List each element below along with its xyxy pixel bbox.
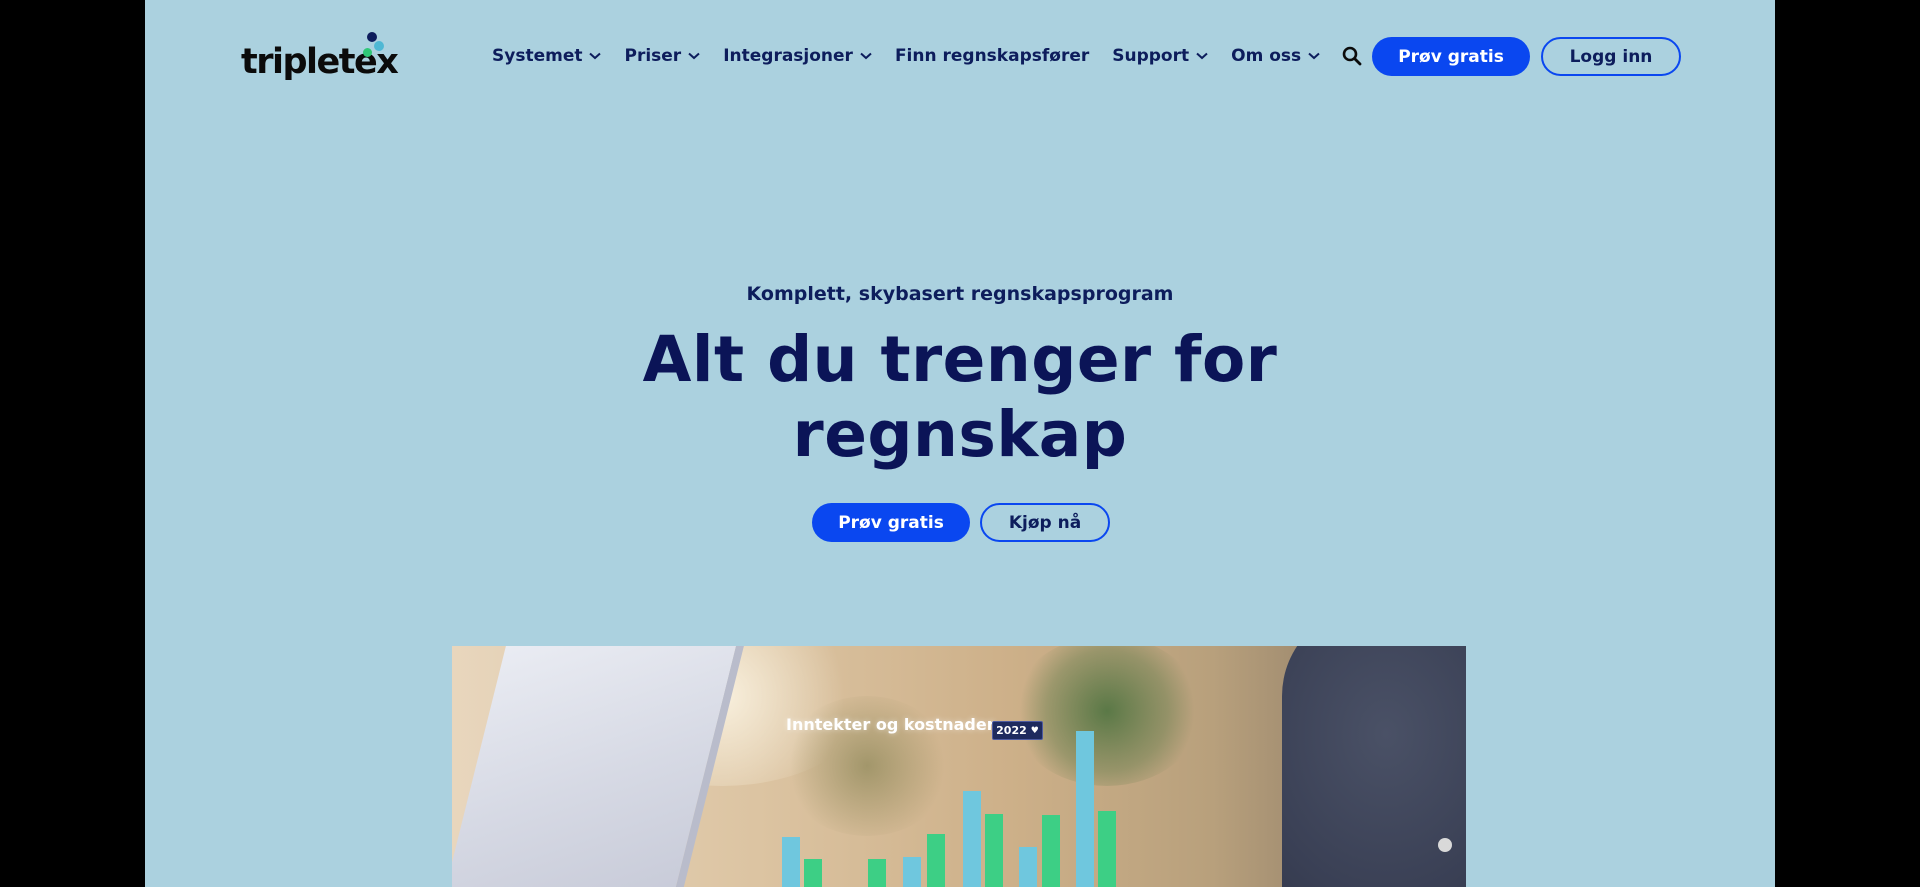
hero-eyebrow: Komplett, skybasert regnskapsprogram: [746, 283, 1174, 305]
nav-item-label: Om oss: [1231, 46, 1302, 66]
nav-item-priser[interactable]: Priser: [624, 46, 700, 66]
chart-bar-cost: [927, 834, 945, 887]
try-free-button[interactable]: Prøv gratis: [1372, 37, 1530, 76]
logo-dot-green: [363, 48, 372, 57]
page-background: tripletex Systemet Priser Integrasjoner …: [145, 0, 1775, 887]
tripletex-logo[interactable]: tripletex: [241, 30, 399, 82]
nav-item-om-oss[interactable]: Om oss: [1231, 46, 1320, 66]
year-select-value: 2022: [996, 724, 1027, 737]
chevron-down-icon: [589, 52, 602, 60]
laptop-image: [452, 646, 746, 887]
chart-bar-cost: [1098, 811, 1116, 887]
hero-headline-line-2: regnskap: [792, 398, 1128, 471]
nav-item-label: Systemet: [492, 46, 583, 66]
background-plant: [1012, 646, 1202, 786]
heart-icon: ♥: [1030, 725, 1039, 736]
person-image: [1282, 646, 1466, 887]
logo-dot-blue: [374, 41, 384, 51]
hero-try-free-button[interactable]: Prøv gratis: [812, 503, 970, 542]
nav-item-support[interactable]: Support: [1112, 46, 1208, 66]
chevron-down-icon: [1196, 52, 1208, 60]
hero-image: Inntekter og kostnader 2022 ♥: [452, 646, 1466, 887]
main-navigation: Systemet Priser Integrasjoner Finn regns…: [492, 44, 1343, 68]
chart-bar-income: [1019, 847, 1037, 887]
chart-bar-cost: [985, 814, 1003, 887]
chart-bar-income: [782, 837, 800, 887]
chart-bar-income: [903, 857, 921, 887]
chart-bar-cost: [868, 859, 886, 887]
year-select: 2022 ♥: [992, 721, 1043, 740]
nav-item-label: Integrasjoner: [723, 46, 853, 66]
nav-item-integrasjoner[interactable]: Integrasjoner: [723, 46, 872, 66]
hero-headline: Alt du trenger for regnskap: [145, 322, 1775, 472]
nav-item-label: Finn regnskapsfører: [894, 46, 1090, 66]
hero-buy-now-button[interactable]: Kjøp nå: [980, 503, 1110, 542]
chevron-down-icon: [860, 52, 872, 60]
chevron-down-icon: [1308, 52, 1320, 60]
shirt-button: [1438, 838, 1452, 852]
login-button[interactable]: Logg inn: [1541, 37, 1681, 76]
chart-widget-title: Inntekter og kostnader: [786, 715, 995, 734]
nav-item-label: Priser: [624, 46, 682, 66]
chevron-down-icon: [688, 52, 700, 60]
chart-bar-income: [1076, 731, 1094, 887]
nav-item-systemet[interactable]: Systemet: [492, 46, 602, 66]
chart-bar-cost: [804, 859, 822, 887]
hero-headline-line-1: Alt du trenger for: [642, 323, 1278, 396]
chart-bar-income: [963, 791, 981, 887]
logo-dot-navy: [367, 32, 377, 42]
chart-bar-cost: [1042, 815, 1060, 887]
search-icon[interactable]: [1342, 45, 1362, 67]
nav-item-finn-regnskapsforer[interactable]: Finn regnskapsfører: [895, 46, 1089, 66]
nav-item-label: Support: [1112, 46, 1190, 66]
